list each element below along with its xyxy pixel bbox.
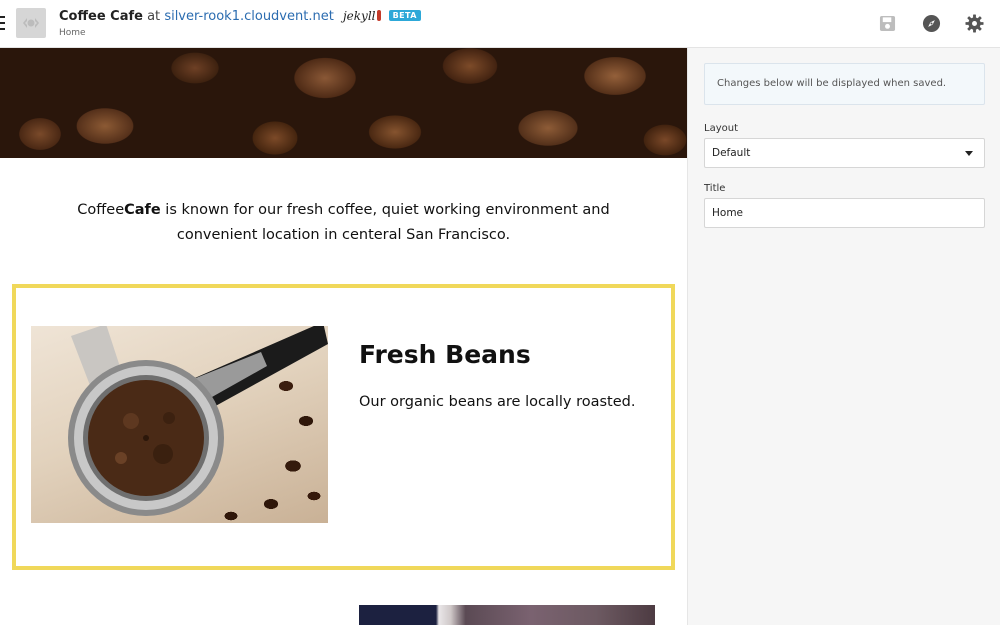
breadcrumb[interactable]: Home xyxy=(59,28,86,38)
intro-brand-coffee: Coffee xyxy=(77,202,125,218)
next-section-partial xyxy=(0,598,687,625)
intro-body: is known for our fresh coffee, quiet wor… xyxy=(160,202,610,243)
save-notice: Changes below will be displayed when sav… xyxy=(704,63,985,105)
portafilter-coffee-image xyxy=(31,326,328,523)
eye-logo-icon xyxy=(23,18,39,28)
app-header: Coffee Cafe at silver-rook1.cloudvent.ne… xyxy=(0,0,1000,48)
beta-badge: BETA xyxy=(388,10,421,21)
intro-brand-cafe: Cafe xyxy=(124,202,161,218)
feature-title[interactable]: Fresh Beans xyxy=(359,340,531,369)
jekyll-logo: jekyll xyxy=(342,9,376,23)
hamburger-icon[interactable] xyxy=(0,16,5,30)
layout-label: Layout xyxy=(704,123,738,134)
save-icon[interactable] xyxy=(876,12,898,34)
site-logo[interactable] xyxy=(16,8,46,38)
title-label: Title xyxy=(704,183,726,194)
compass-icon[interactable] xyxy=(920,12,942,34)
page-preview[interactable]: CoffeeCafe is known for our fresh coffee… xyxy=(0,48,687,625)
hero-coffee-beans-image xyxy=(0,48,687,158)
intro-text[interactable]: CoffeeCafe is known for our fresh coffee… xyxy=(40,198,647,248)
feature-description[interactable]: Our organic beans are locally roasted. xyxy=(359,394,635,410)
next-heading-fragment xyxy=(60,620,120,625)
site-name[interactable]: Coffee Cafe xyxy=(59,9,143,24)
next-section-image xyxy=(359,605,655,625)
jekyll-flask-icon xyxy=(376,10,381,21)
chevron-down-icon xyxy=(965,151,973,156)
site-at-text: at xyxy=(147,9,161,24)
editor-sidebar: Changes below will be displayed when sav… xyxy=(687,48,1000,625)
feature-block-editable[interactable]: Fresh Beans Our organic beans are locall… xyxy=(12,284,675,570)
layout-select-value: Default xyxy=(712,147,751,159)
site-domain-link[interactable]: silver-rook1.cloudvent.net xyxy=(164,9,334,24)
gear-icon[interactable] xyxy=(963,12,985,34)
site-title: Coffee Cafe at silver-rook1.cloudvent.ne… xyxy=(59,9,421,24)
layout-select[interactable]: Default xyxy=(704,138,985,168)
title-input[interactable] xyxy=(704,198,985,228)
